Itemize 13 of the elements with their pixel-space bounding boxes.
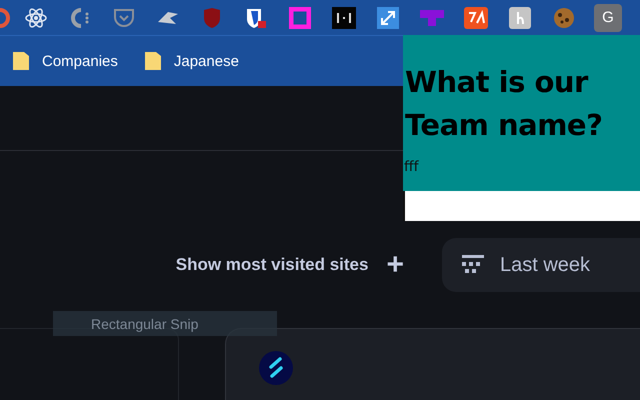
popup-note: fff: [403, 159, 420, 175]
profile-button[interactable]: G: [594, 4, 622, 32]
bookmark-folder[interactable]: Companies: [12, 51, 118, 71]
show-sites-button[interactable]: Show most visited sites +: [176, 250, 404, 280]
filter-icon: [462, 254, 484, 276]
popup-title: What is our Team name?: [405, 64, 604, 144]
folder-icon: [144, 51, 162, 71]
time-filter-button[interactable]: Last week: [442, 238, 640, 292]
folder-icon: [12, 51, 30, 71]
logo-icon: [259, 351, 293, 385]
bookmark-folder[interactable]: Japanese: [144, 51, 239, 71]
snip-tooltip: Rectangular Snip: [53, 311, 277, 336]
input-field[interactable]: [403, 191, 640, 221]
